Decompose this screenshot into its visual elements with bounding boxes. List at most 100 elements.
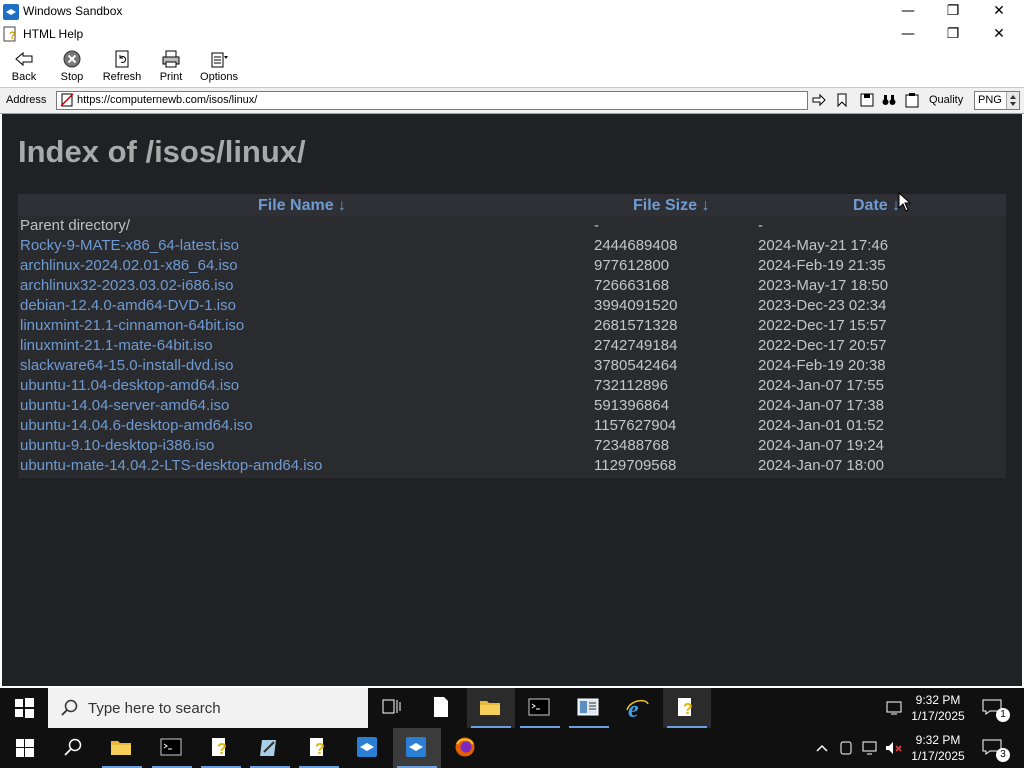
file-size: 2742749184	[594, 337, 678, 354]
binoculars-icon[interactable]	[881, 92, 897, 108]
quality-select[interactable]: PNG	[974, 91, 1020, 110]
refresh-button[interactable]: Refresh	[99, 47, 145, 85]
taskbar-notepad[interactable]	[418, 688, 466, 728]
network-icon[interactable]	[885, 700, 905, 716]
sandbox-minimize-button[interactable]: —	[885, 0, 931, 22]
taskbar-reader[interactable]	[565, 688, 613, 728]
stop-icon	[63, 50, 81, 68]
inner-action-center[interactable]: 1	[978, 688, 1010, 728]
file-size: -	[594, 217, 599, 234]
file-link[interactable]: linuxmint-21.1-cinnamon-64bit.iso	[20, 317, 244, 334]
start-button[interactable]	[0, 688, 48, 728]
table-header: File Name ↓ File Size ↓ Date ↓	[18, 194, 1006, 216]
file-link[interactable]: ubuntu-9.10-desktop-i386.iso	[20, 437, 214, 454]
sandbox-close-button[interactable]: ✕	[976, 0, 1022, 22]
help-app-icon: ?	[3, 26, 16, 42]
host-html-help-1[interactable]: ?	[197, 728, 245, 768]
network-icon[interactable]	[861, 740, 879, 756]
file-date: 2022-Dec-17 15:57	[758, 317, 887, 334]
help-restore-button[interactable]: ❐	[930, 23, 976, 45]
host-sandbox-pinned[interactable]	[344, 728, 392, 768]
help-minimize-button[interactable]: —	[885, 23, 931, 45]
file-link[interactable]: ubuntu-mate-14.04.2-LTS-desktop-amd64.is…	[20, 457, 322, 474]
quality-value: PNG	[978, 94, 1002, 106]
file-link[interactable]: archlinux-2024.02.01-x86_64.iso	[20, 257, 238, 274]
bookmark-icon[interactable]	[834, 92, 850, 108]
file-size: 3994091520	[594, 297, 678, 314]
pen-document-icon	[260, 740, 276, 756]
stop-button[interactable]: Stop	[49, 47, 95, 85]
taskbar-html-help[interactable]: ?	[663, 688, 711, 728]
address-input[interactable]: https://computernewb.com/isos/linux/	[56, 91, 808, 110]
host-file-explorer[interactable]	[98, 728, 146, 768]
host-start-button[interactable]	[0, 728, 48, 768]
host-html-help-2[interactable]: ?	[295, 728, 343, 768]
column-header-file-size[interactable]: File Size ↓	[633, 197, 709, 215]
sandbox-app-icon	[3, 4, 19, 20]
host-taskbar: ? ? 9:32 PM 1/17/2025 3	[0, 728, 1024, 768]
parent-directory-row: Parent directory/ - -	[18, 216, 1006, 236]
help-close-button[interactable]: ✕	[976, 23, 1022, 45]
column-header-date[interactable]: Date ↓	[853, 197, 900, 215]
inner-clock[interactable]: 9:32 PM 1/17/2025	[908, 692, 968, 724]
file-link[interactable]: linuxmint-21.1-mate-64bit.iso	[20, 337, 213, 354]
file-link[interactable]: Rocky-9-MATE-x86_64-latest.iso	[20, 237, 239, 254]
taskbar-search-box[interactable]: Type here to search	[48, 688, 368, 728]
taskbar-file-explorer[interactable]	[467, 688, 515, 728]
table-body: Parent directory/ - - Rocky-9-MATE-x86_64-l…	[18, 216, 1006, 478]
floppy-icon[interactable]	[859, 92, 875, 108]
host-app-pen[interactable]	[246, 728, 294, 768]
host-sandbox-running[interactable]	[393, 728, 441, 768]
print-button[interactable]: Print	[148, 47, 194, 85]
host-clock[interactable]: 9:32 PM 1/17/2025	[908, 732, 968, 764]
go-arrow-icon[interactable]	[811, 92, 827, 108]
file-size: 726663168	[594, 277, 670, 294]
file-link[interactable]: ubuntu-14.04-server-amd64.iso	[20, 397, 229, 414]
file-link[interactable]: ubuntu-11.04-desktop-amd64.iso	[20, 377, 239, 394]
file-link[interactable]: debian-12.4.0-amd64-DVD-1.iso	[20, 297, 236, 314]
back-label: Back	[11, 71, 37, 83]
chevron-up-icon[interactable]	[815, 742, 829, 754]
file-size: 3780542464	[594, 357, 678, 374]
file-size: 591396864	[594, 397, 670, 414]
internet-explorer-icon: e	[626, 697, 649, 720]
host-action-center[interactable]: 3	[978, 728, 1010, 768]
file-link[interactable]: ubuntu-14.04.6-desktop-amd64.iso	[20, 417, 253, 434]
volume-muted-icon[interactable]	[884, 740, 904, 756]
search-icon	[64, 738, 82, 756]
back-button[interactable]: Back	[1, 47, 47, 85]
file-size: 2444689408	[594, 237, 678, 254]
host-clock-time: 9:32 PM	[915, 733, 961, 747]
options-button[interactable]: Options	[196, 47, 242, 85]
folder-icon	[480, 701, 500, 715]
host-search-button[interactable]	[48, 728, 96, 768]
address-label: Address	[6, 94, 47, 106]
table-row: linuxmint-21.1-mate-64bit.iso 2742749184 2…	[18, 336, 1006, 356]
file-date: 2024-Feb-19 20:38	[758, 357, 886, 374]
host-firefox[interactable]	[442, 728, 490, 768]
task-view-icon	[382, 699, 401, 714]
sandbox-title-bar: Windows Sandbox — ❐ ✕	[0, 0, 1024, 23]
options-icon	[211, 52, 228, 68]
file-link[interactable]: slackware64-15.0-install-dvd.iso	[20, 357, 233, 374]
page-content: Index of /isos/linux/ File Name ↓ File S…	[2, 114, 1022, 686]
svg-text:?: ?	[315, 741, 325, 758]
quality-spinner[interactable]	[1006, 92, 1019, 109]
column-header-file-name[interactable]: File Name ↓	[258, 197, 346, 215]
parent-directory-link[interactable]: Parent directory/	[20, 217, 130, 234]
svg-text:?: ?	[9, 30, 16, 42]
table-row: ubuntu-9.10-desktop-i386.iso 723488768 202…	[18, 436, 1006, 456]
taskbar-command-prompt[interactable]	[516, 688, 564, 728]
file-link[interactable]: archlinux32-2023.03.02-i686.iso	[20, 277, 233, 294]
clipboard-icon[interactable]	[904, 92, 920, 108]
sandbox-restore-button[interactable]: ❐	[930, 0, 976, 22]
file-size: 977612800	[594, 257, 670, 274]
host-command-prompt[interactable]	[148, 728, 196, 768]
svg-text:?: ?	[683, 701, 693, 718]
taskbar-internet-explorer[interactable]: e	[614, 688, 662, 728]
sandbox-taskbar: Type here to search e ? 9:32 PM 1/17/202…	[0, 688, 1024, 728]
help-document-icon: ?	[678, 698, 693, 718]
device-icon[interactable]	[838, 740, 854, 756]
task-view-button[interactable]	[368, 688, 416, 728]
file-date: 2024-May-21 17:46	[758, 237, 889, 254]
